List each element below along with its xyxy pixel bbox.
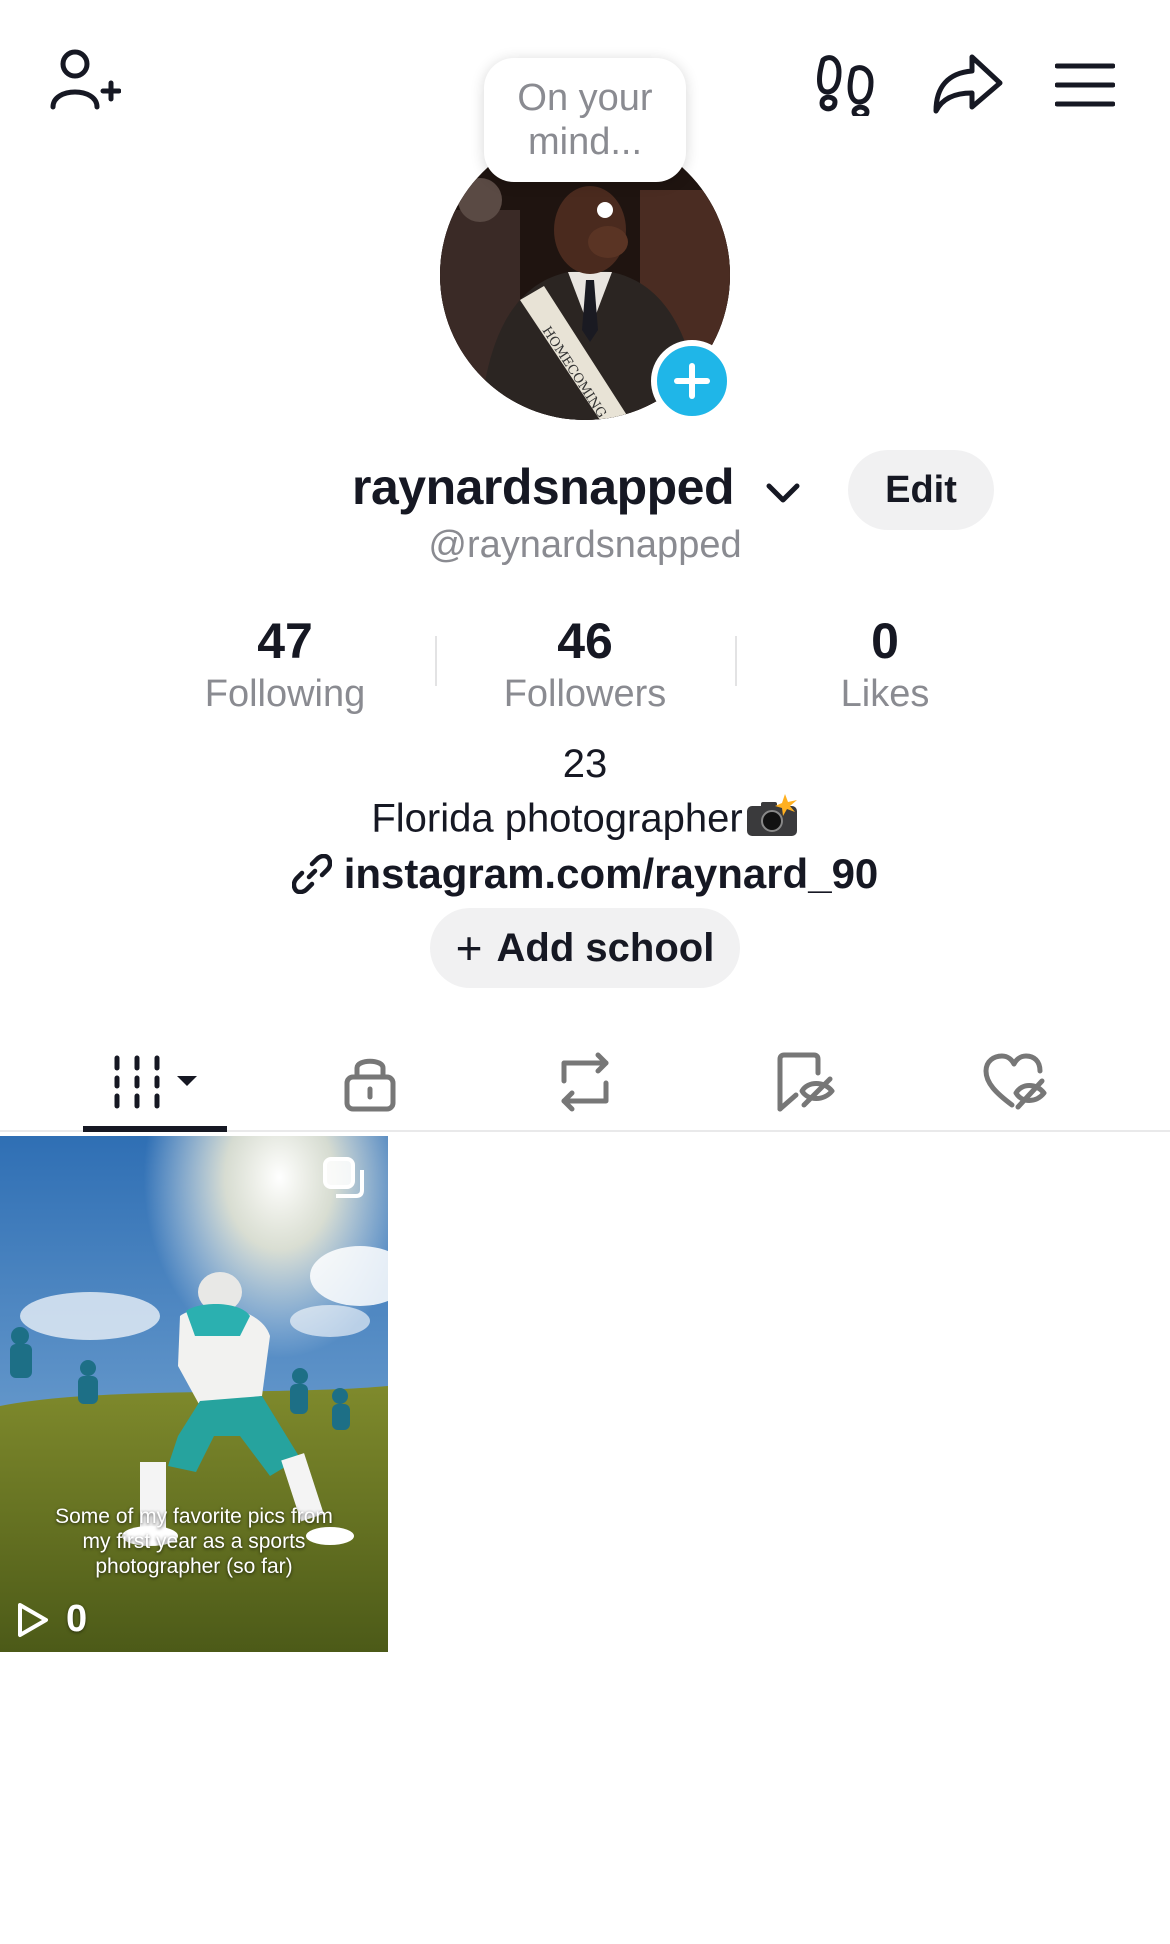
stat-divider (735, 636, 737, 686)
chevron-down-icon[interactable] (763, 474, 803, 514)
stat-divider (435, 636, 437, 686)
view-count: 0 (16, 1598, 87, 1641)
stat-followers-value: 46 (557, 613, 613, 669)
bio-line-2: Florida photographer (0, 794, 1170, 848)
link-icon (291, 854, 332, 894)
add-avatar-button[interactable] (651, 340, 733, 422)
video-thumbnail[interactable]: Some of my favorite pics from my first y… (0, 1136, 388, 1652)
tab-active-indicator (83, 1126, 227, 1132)
camera-flash-icon (745, 794, 799, 848)
view-count-value: 0 (66, 1598, 88, 1640)
bio-line-1: 23 (562, 742, 608, 786)
bio-link-text[interactable]: instagram.com/raynard_90 (344, 850, 879, 898)
multi-photo-icon (322, 1156, 368, 1207)
video-caption: Some of my favorite pics from my first y… (55, 1505, 333, 1578)
edit-profile-button[interactable]: Edit (848, 450, 994, 530)
stat-following-label: Following (204, 673, 366, 715)
add-school-button[interactable]: + Add school (430, 908, 740, 988)
stat-followers[interactable]: 46 Followers (455, 612, 715, 718)
content-tabs (0, 1032, 1170, 1132)
footprint-icon[interactable] (805, 44, 885, 124)
thought-bubble-dot (597, 202, 613, 218)
tab-favorites[interactable] (745, 1032, 865, 1132)
stat-following-value: 47 (257, 613, 313, 669)
tab-private[interactable] (310, 1032, 430, 1132)
tab-reposts[interactable] (525, 1032, 645, 1132)
tab-videos[interactable] (83, 1032, 227, 1132)
heart-hidden-icon (983, 1053, 1047, 1110)
add-friend-icon[interactable] (40, 40, 130, 120)
bookmark-hidden-icon (777, 1052, 835, 1112)
lock-icon (344, 1058, 396, 1112)
play-icon (18, 1602, 48, 1637)
stat-likes-label: Likes (840, 673, 930, 715)
stats: 47 Following 46 Followers 0 Likes (0, 612, 1170, 722)
name-row: raynardsnapped Edit (0, 450, 1170, 530)
plus-icon: + (455, 922, 483, 974)
repost-icon (561, 1052, 609, 1112)
share-icon[interactable] (925, 44, 1010, 124)
bio-link[interactable]: instagram.com/raynard_90 (0, 850, 1170, 898)
handle: @raynardsnapped (428, 524, 742, 566)
stat-following[interactable]: 47 Following (155, 612, 415, 718)
stat-likes-value: 0 (871, 613, 899, 669)
username: raynardsnapped (352, 459, 735, 515)
add-school-label: Add school (496, 925, 715, 970)
stat-likes[interactable]: 0 Likes (755, 612, 1015, 718)
bio-text: Florida photographer (371, 796, 743, 841)
menu-icon[interactable] (1050, 50, 1120, 120)
stat-followers-label: Followers (503, 673, 667, 715)
thought-bubble[interactable]: On your mind... (484, 58, 686, 182)
tab-liked[interactable] (955, 1032, 1075, 1132)
grid-icon (114, 1055, 197, 1109)
